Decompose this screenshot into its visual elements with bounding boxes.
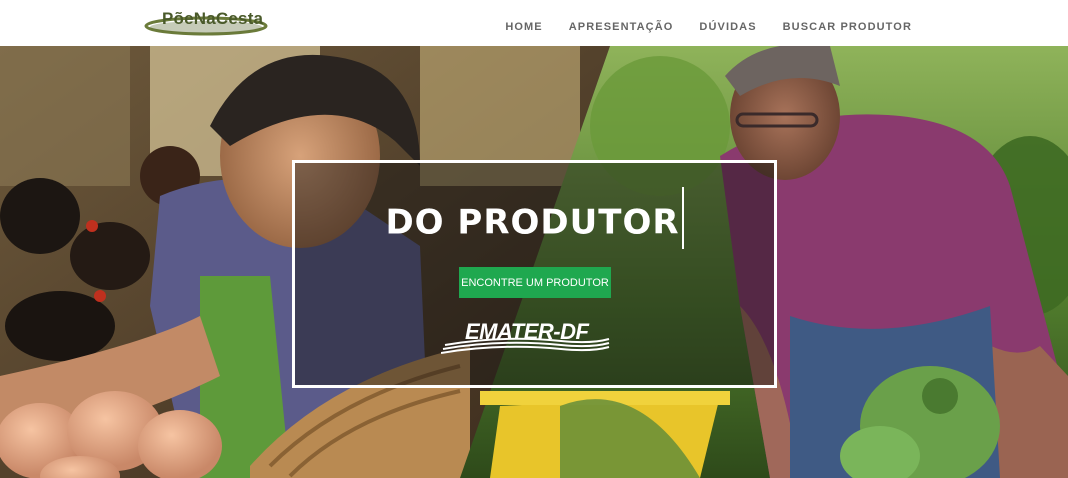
nav-item-home[interactable]: HOME — [505, 21, 542, 33]
site-logo[interactable]: PõeNaCesta — [144, 6, 272, 36]
hero-headline: DO PRODUTOR — [295, 187, 774, 255]
main-nav: HOME APRESENTAÇÃO DÚVIDAS BUSCAR PRODUTO… — [479, 21, 912, 33]
hero-banner: DO PRODUTOR ENCONTRE UM PRODUTOR EMATER-… — [0, 46, 1068, 478]
hero-headline-text: DO PRODUTOR — [385, 202, 680, 243]
find-producer-button[interactable]: ENCONTRE UM PRODUTOR — [459, 267, 611, 298]
emater-logo-text: EMATER-DF — [465, 319, 589, 344]
typing-caret — [681, 187, 684, 249]
site-header: PõeNaCesta HOME APRESENTAÇÃO DÚVIDAS BUS… — [0, 0, 1068, 46]
hero-overlay-box: DO PRODUTOR ENCONTRE UM PRODUTOR EMATER-… — [292, 160, 777, 388]
emater-df-logo: EMATER-DF — [441, 317, 611, 357]
logo-text: PõeNaCesta — [162, 9, 264, 28]
nav-item-apresentacao[interactable]: APRESENTAÇÃO — [569, 21, 674, 33]
nav-item-buscar-produtor[interactable]: BUSCAR PRODUTOR — [783, 21, 912, 33]
nav-item-duvidas[interactable]: DÚVIDAS — [699, 21, 756, 33]
